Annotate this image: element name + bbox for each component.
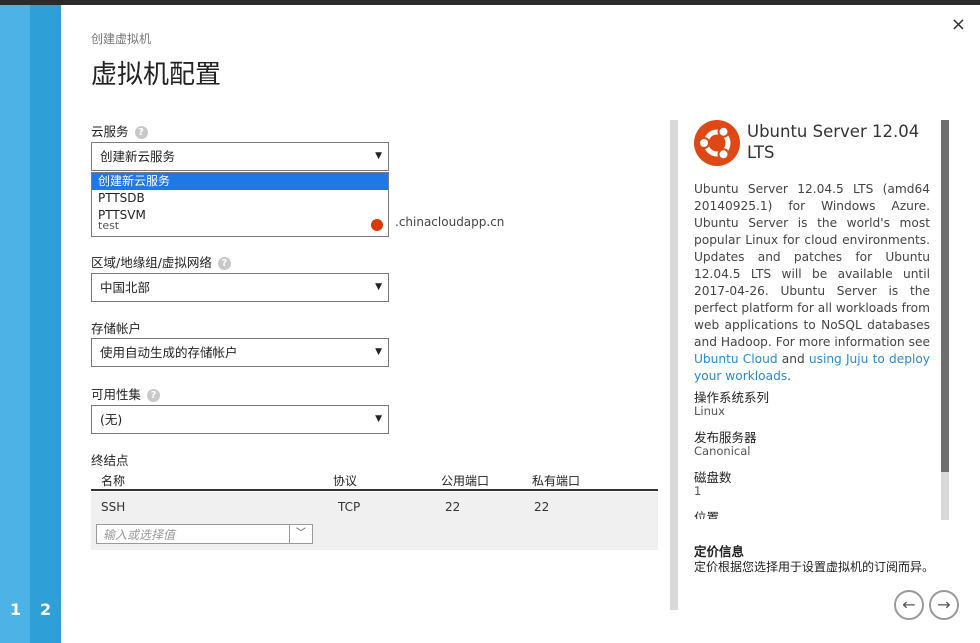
image-title: Ubuntu Server 12.04 LTS <box>747 122 920 162</box>
window-top-bar <box>0 0 980 5</box>
endpoints-table: 名称 协议 公用端口 私有端口 SSH TCP 22 22 <box>91 472 658 522</box>
region-select[interactable]: 中国北部 ▼ <box>91 273 389 302</box>
storage-label: 存储帐户 <box>91 321 142 336</box>
endpoint-add-row: 输入或选择值 ﹀ <box>91 521 658 550</box>
dropdown-option[interactable]: PTTSDB <box>92 190 388 207</box>
availability-label: 可用性集? <box>91 384 161 403</box>
endpoints-label: 终结点 <box>91 453 129 468</box>
caret-down-icon: ▼ <box>375 347 382 357</box>
side-scrollbar-thumb[interactable] <box>941 120 949 472</box>
step-1-number: 1 <box>10 600 22 619</box>
dns-name-input[interactable]: test <box>91 222 389 237</box>
cloud-service-label: 云服务? <box>91 121 148 140</box>
endpoint-input[interactable]: 输入或选择值 <box>96 524 290 544</box>
column-public-port: 公用端口 <box>441 474 490 488</box>
caret-down-icon: ▼ <box>375 282 382 292</box>
column-name: 名称 <box>101 474 126 488</box>
endpoint-public-port: 22 <box>445 500 461 514</box>
availability-select[interactable]: (无) ▼ <box>91 405 389 434</box>
column-private-port: 私有端口 <box>532 474 581 488</box>
endpoint-protocol: TCP <box>338 500 361 514</box>
caret-down-icon: ▼ <box>375 151 382 161</box>
table-header: 名称 协议 公用端口 私有端口 <box>91 472 658 491</box>
question-circle-icon[interactable]: ? <box>217 257 231 270</box>
location-label: 位置 <box>694 510 720 519</box>
dns-suffix: .chinacloudapp.cn <box>395 215 505 229</box>
caret-down-icon: ▼ <box>375 414 382 424</box>
wizard-step-1[interactable]: 1 <box>0 5 30 643</box>
dropdown-option[interactable]: 创建新云服务 <box>92 173 388 190</box>
cloud-service-dropdown[interactable]: 创建新云服务 PTTSDB PTTSVM <box>91 172 389 224</box>
close-icon[interactable]: × <box>951 14 966 35</box>
publisher-value: Canonical <box>694 444 751 458</box>
region-label: 区域/地缘组/虚拟网络? <box>91 252 231 271</box>
breadcrumb: 创建虚拟机 <box>91 32 152 46</box>
cloud-service-select[interactable]: 创建新云服务 ▼ <box>91 142 389 171</box>
storage-select[interactable]: 使用自动生成的存储帐户 ▼ <box>91 338 389 367</box>
question-circle-icon[interactable]: ? <box>134 126 148 139</box>
page-title: 虚拟机配置 <box>91 60 222 90</box>
question-circle-icon[interactable]: ? <box>147 389 161 402</box>
disks-value: 1 <box>694 484 702 498</box>
step-2-number: 2 <box>40 600 52 619</box>
os-family-value: Linux <box>694 404 725 418</box>
error-icon <box>371 219 383 231</box>
next-arrow-icon[interactable]: → <box>929 590 959 620</box>
column-protocol: 协议 <box>333 474 358 488</box>
ubuntu-logo-icon <box>694 120 740 166</box>
side-panel-left-bar <box>670 120 678 610</box>
back-arrow-icon[interactable]: ← <box>894 590 924 620</box>
image-description: Ubuntu Server 12.04.5 LTS (amd64 2014092… <box>694 182 930 383</box>
endpoint-name: SSH <box>101 500 126 514</box>
ubuntu-cloud-link[interactable]: Ubuntu Cloud <box>694 352 778 366</box>
table-row[interactable]: SSH TCP 22 22 <box>91 492 658 522</box>
endpoint-private-port: 22 <box>534 500 550 514</box>
wizard-step-2[interactable]: 2 <box>30 5 61 643</box>
chevron-down-icon[interactable]: ﹀ <box>289 524 313 544</box>
pricing-description: 定价根据您选择用于设置虚拟机的订阅而异。 <box>694 560 935 574</box>
